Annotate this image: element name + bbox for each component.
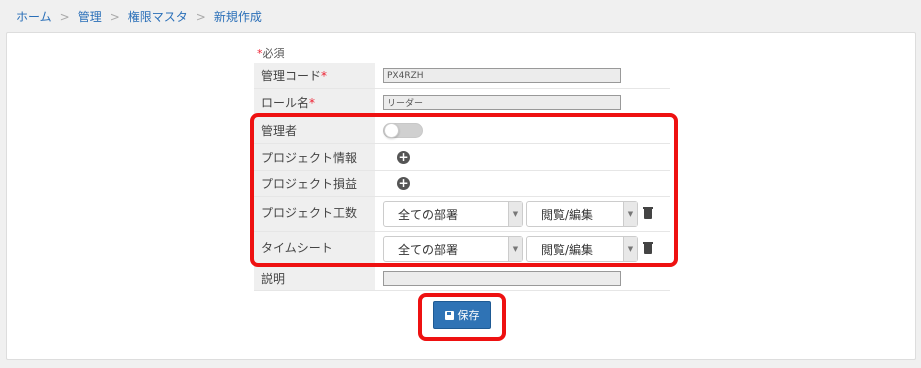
required-note: *必須 [257,45,285,61]
description-field[interactable] [383,271,621,286]
required-note-text: 必須 [262,47,285,60]
breadcrumb-separator: > [59,9,70,24]
floppy-disk-icon [444,310,454,320]
code-field[interactable] [383,68,621,83]
field-row-code: 管理コード * [254,63,670,89]
role-value-cell [375,89,670,116]
breadcrumb-separator: > [109,9,120,24]
description-value-cell [375,267,670,290]
save-button-label: 保存 [457,310,480,322]
breadcrumb-permission-master[interactable]: 権限マスタ [128,8,188,25]
breadcrumb-admin[interactable]: 管理 [78,8,102,25]
highlight-box [250,113,678,267]
code-label-text: 管理コード [261,69,322,83]
code-value-cell [375,63,670,88]
form-panel: *必須 管理コード* ロール名* 管理者 [6,32,916,360]
save-button[interactable]: 保存 [433,301,491,329]
breadcrumb-separator: > [195,9,206,24]
breadcrumb: ホーム > 管理 > 権限マスタ > 新規作成 [16,8,262,25]
description-label: 説明 [254,267,375,290]
code-label: 管理コード * [254,63,375,88]
required-mark: * [321,68,328,83]
field-row-description: 説明 [254,267,670,291]
role-label-text: ロール名 [261,96,310,110]
required-mark: * [309,95,316,110]
breadcrumb-home[interactable]: ホーム [16,8,52,25]
role-name-field[interactable] [383,95,621,110]
breadcrumb-new[interactable]: 新規作成 [214,8,262,25]
role-label: ロール名 * [254,89,375,116]
